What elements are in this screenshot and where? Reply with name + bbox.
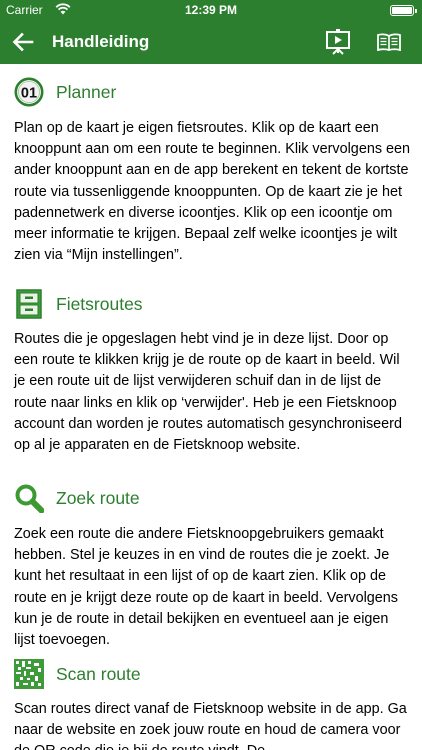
magnifier-icon (15, 484, 44, 513)
page-title: Handleiding (52, 32, 150, 51)
arrow-left-icon[interactable] (10, 30, 36, 54)
section-title-scan-route: Scan route (56, 664, 141, 684)
section-title-zoek-route: Zoek route (56, 488, 140, 508)
section-title-fietsroutes: Fietsroutes (56, 294, 143, 314)
section-title-planner: Planner (56, 82, 117, 102)
section-planner-header: 01 Planner (14, 77, 414, 111)
manual-content[interactable]: 01 Planner Plan op de kaart je eigen fie… (0, 64, 422, 750)
section-body-fietsroutes: Routes die je opgeslagen hebt vind je in… (14, 331, 402, 454)
clock: 12:39 PM (184, 3, 238, 17)
book-open-icon[interactable] (377, 33, 401, 51)
section-zoek-route-header: Zoek route (14, 483, 414, 517)
navigation-bar: Handleiding (0, 20, 422, 64)
battery-icon (390, 5, 417, 16)
section-body-zoek-route: Zoek een route die andere Fietsknoopgebr… (14, 526, 398, 649)
status-bar: Carrier 12:39 PM (0, 0, 422, 20)
qr-code-icon (14, 659, 44, 689)
numbered-icon-text: 01 (21, 86, 37, 102)
section-body-planner: Plan op de kaart je eigen fietsroutes. K… (14, 120, 411, 264)
section-body-scan-route: Scan routes direct vanaf de Fietsknoop w… (14, 701, 407, 750)
section-fietsroutes-header: Fietsroutes (14, 289, 414, 323)
presentation-icon[interactable] (326, 29, 350, 55)
section-scan-route-header: Scan route (14, 659, 414, 693)
numbered-01-icon: 01 (14, 77, 44, 107)
cabinet-icon (16, 289, 42, 319)
